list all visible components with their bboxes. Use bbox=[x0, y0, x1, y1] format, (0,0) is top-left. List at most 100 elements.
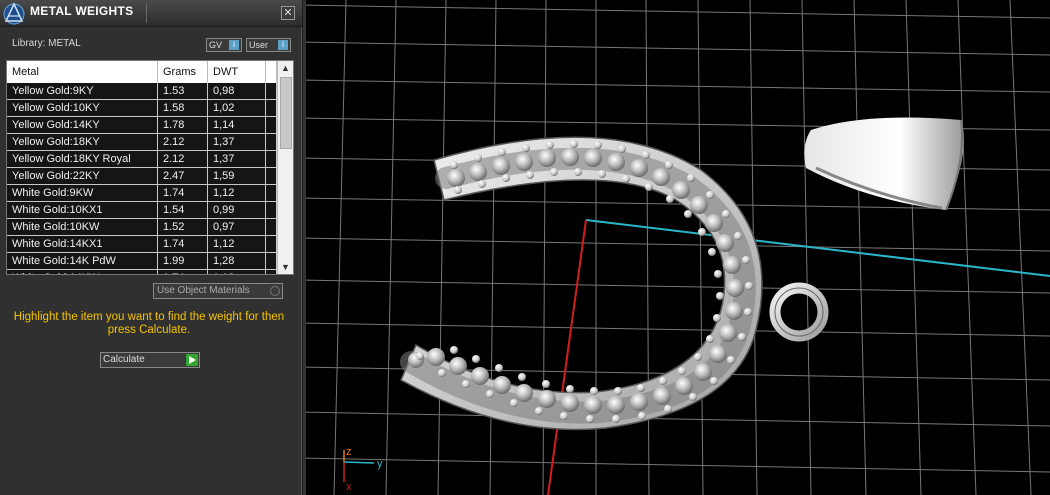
dwt-cell: 1,12 bbox=[208, 270, 266, 274]
dwt-cell: 1,28 bbox=[208, 253, 266, 269]
table-row[interactable]: Yellow Gold:14KY 1.78 1,14 bbox=[7, 117, 277, 134]
grams-cell: 1.74 bbox=[158, 185, 208, 201]
metal-cell: White Gold:14KX1 bbox=[7, 236, 158, 252]
metal-weights-table[interactable]: Metal Grams DWT Yellow Gold:9KY 1.53 0,98 Y… bbox=[6, 60, 294, 275]
perspective-grid bbox=[306, 0, 1050, 495]
grams-cell: 1.74 bbox=[158, 270, 208, 274]
metal-cell: White Gold:14K PdW bbox=[7, 253, 158, 269]
dwt-cell: 1,14 bbox=[208, 117, 266, 133]
scroll-down-arrow-icon[interactable]: ▼ bbox=[278, 260, 293, 274]
close-icon: ✕ bbox=[283, 7, 293, 19]
table-header: Metal Grams DWT bbox=[7, 61, 277, 84]
gv-toggle-label: GV bbox=[209, 40, 223, 50]
instruction-text: Highlight the item you want to find the … bbox=[13, 311, 285, 336]
dwt-cell: 0,98 bbox=[208, 83, 266, 99]
user-library-toggle[interactable]: User i bbox=[246, 38, 291, 52]
grams-cell: 1.58 bbox=[158, 100, 208, 116]
table-row[interactable]: Yellow Gold:18KY Royal 2.12 1,37 bbox=[7, 151, 277, 168]
dwt-cell: 0,97 bbox=[208, 219, 266, 235]
row-spacer-cell bbox=[266, 253, 277, 269]
metal-cell: Yellow Gold:22KY bbox=[7, 168, 158, 184]
3d-viewport[interactable]: z y x bbox=[303, 0, 1050, 495]
table-row[interactable]: White Gold:14KX1 1.74 1,12 bbox=[7, 236, 277, 253]
metal-cell: Yellow Gold:10KY bbox=[7, 100, 158, 116]
row-spacer-cell bbox=[266, 151, 277, 167]
gizmo-z-label: z bbox=[346, 446, 352, 458]
x-axis-line bbox=[547, 219, 587, 495]
row-spacer-cell bbox=[266, 117, 277, 133]
metal-cell: Yellow Gold:18KY bbox=[7, 134, 158, 150]
app-logo-icon bbox=[2, 1, 26, 25]
dwt-cell: 1,37 bbox=[208, 151, 266, 167]
row-spacer-cell bbox=[266, 185, 277, 201]
scroll-up-arrow-icon[interactable]: ▲ bbox=[278, 61, 293, 75]
dwt-cell: 0,99 bbox=[208, 202, 266, 218]
table-row[interactable]: Yellow Gold:18KY 2.12 1,37 bbox=[7, 134, 277, 151]
table-scrollbar[interactable]: ▲ ▼ bbox=[277, 61, 293, 274]
row-spacer-cell bbox=[266, 134, 277, 150]
metal-cell: White Gold:10KX1 bbox=[7, 202, 158, 218]
use-object-materials-label: Use Object Materials bbox=[157, 285, 250, 296]
grams-cell: 1.52 bbox=[158, 219, 208, 235]
table-row[interactable]: Yellow Gold:10KY 1.58 1,02 bbox=[7, 100, 277, 117]
column-header-dwt[interactable]: DWT bbox=[208, 61, 266, 83]
grams-cell: 2.12 bbox=[158, 134, 208, 150]
dwt-cell: 1,02 bbox=[208, 100, 266, 116]
metal-cell: White Gold:9KW bbox=[7, 185, 158, 201]
table-row[interactable]: Yellow Gold:22KY 2.47 1,59 bbox=[7, 168, 277, 185]
grams-cell: 2.47 bbox=[158, 168, 208, 184]
grams-cell: 2.12 bbox=[158, 151, 208, 167]
jump-ring-model bbox=[769, 282, 829, 342]
panel-titlebar[interactable]: METAL WEIGHTS ✕ bbox=[0, 0, 302, 27]
use-object-materials-toggle[interactable]: Use Object Materials bbox=[153, 283, 283, 299]
table-row[interactable]: White Gold:10KX1 1.54 0,99 bbox=[7, 202, 277, 219]
gizmo-y-label: y bbox=[377, 458, 383, 470]
user-toggle-label: User bbox=[249, 40, 269, 50]
close-button[interactable]: ✕ bbox=[281, 6, 295, 20]
table-body: Yellow Gold:9KY 1.53 0,98 Yellow Gold:10KY 1… bbox=[7, 83, 277, 274]
column-header-spacer bbox=[266, 61, 277, 83]
gv-library-toggle[interactable]: GV i bbox=[206, 38, 242, 52]
panel-title: METAL WEIGHTS bbox=[30, 4, 134, 18]
grams-cell: 1.74 bbox=[158, 236, 208, 252]
table-row[interactable]: White Gold:14KW1.741,12 bbox=[7, 270, 277, 274]
row-spacer-cell bbox=[266, 168, 277, 184]
metal-weights-panel: METAL WEIGHTS ✕ Library: METAL GV i User… bbox=[0, 0, 302, 495]
row-spacer-cell bbox=[266, 202, 277, 218]
title-separator bbox=[146, 3, 147, 23]
column-header-metal[interactable]: Metal bbox=[7, 61, 158, 83]
gizmo-x-label: x bbox=[346, 481, 352, 493]
row-spacer-cell bbox=[266, 236, 277, 252]
metal-cell: Yellow Gold:14KY bbox=[7, 117, 158, 133]
info-icon: i bbox=[278, 40, 288, 50]
y-axis-line bbox=[585, 219, 1050, 277]
dwt-cell: 1,59 bbox=[208, 168, 266, 184]
row-spacer-cell bbox=[266, 219, 277, 235]
column-header-grams[interactable]: Grams bbox=[158, 61, 208, 83]
calculate-label: Calculate bbox=[103, 354, 145, 365]
table-row[interactable]: White Gold:14K PdW 1.99 1,28 bbox=[7, 253, 277, 270]
horseshoe-model bbox=[400, 136, 763, 431]
radio-icon bbox=[270, 286, 280, 296]
play-arrow-icon bbox=[186, 354, 198, 366]
axis-gizmo-icon: z y x bbox=[343, 446, 383, 493]
calculate-button[interactable]: Calculate bbox=[100, 352, 200, 368]
dwt-cell: 1,12 bbox=[208, 236, 266, 252]
scroll-thumb[interactable] bbox=[280, 77, 292, 149]
row-spacer-cell bbox=[266, 83, 277, 99]
grams-cell: 1.78 bbox=[158, 117, 208, 133]
metal-cell: White Gold:10KW bbox=[7, 219, 158, 235]
info-icon: i bbox=[229, 40, 239, 50]
grams-cell: 1.99 bbox=[158, 253, 208, 269]
table-row[interactable]: Yellow Gold:9KY 1.53 0,98 bbox=[7, 83, 277, 100]
row-spacer-cell bbox=[266, 270, 277, 274]
metal-cell: White Gold:14KW bbox=[7, 270, 158, 274]
dwt-cell: 1,12 bbox=[208, 185, 266, 201]
library-label: Library: METAL bbox=[12, 38, 81, 49]
metal-cell: Yellow Gold:9KY bbox=[7, 83, 158, 99]
dwt-cell: 1,37 bbox=[208, 134, 266, 150]
table-row[interactable]: White Gold:9KW 1.74 1,12 bbox=[7, 185, 277, 202]
grams-cell: 1.53 bbox=[158, 83, 208, 99]
bail-model bbox=[804, 117, 964, 211]
table-row[interactable]: White Gold:10KW 1.52 0,97 bbox=[7, 219, 277, 236]
